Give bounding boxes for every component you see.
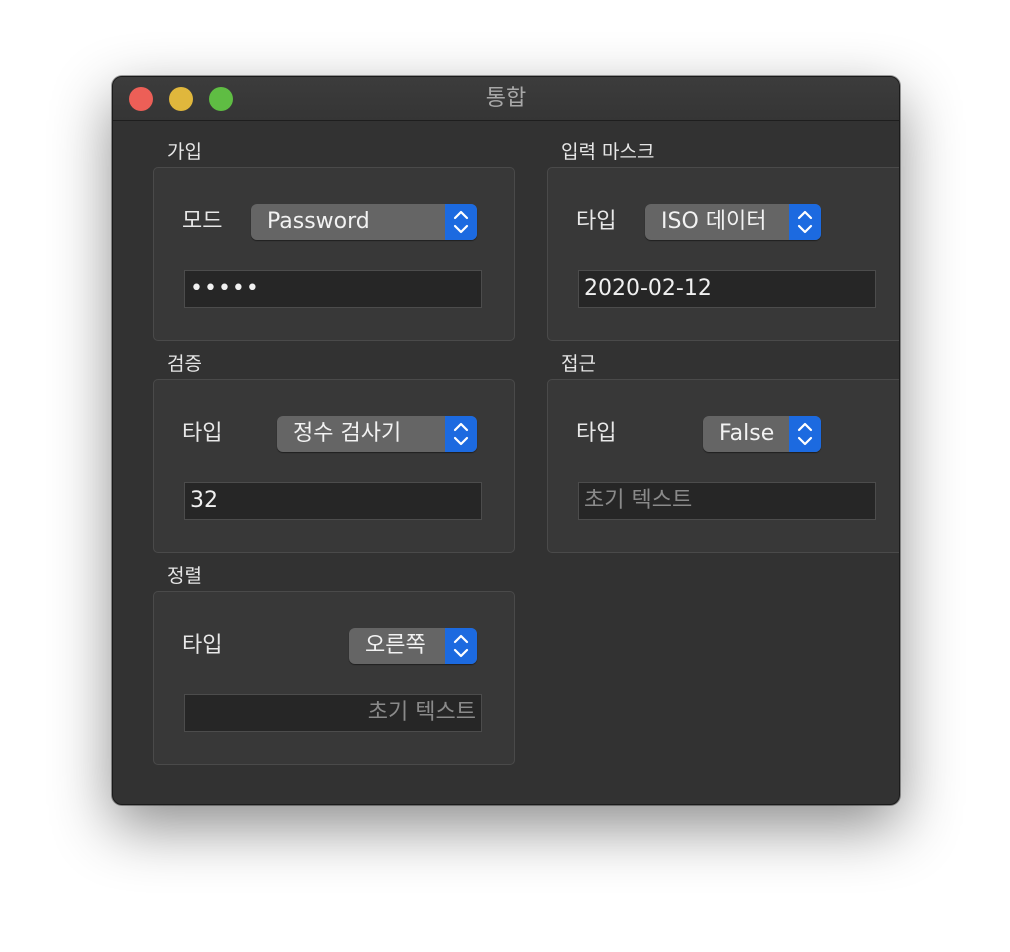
validation-popup-value: 정수 검사기 xyxy=(293,421,402,446)
access-popup-value: False xyxy=(719,421,775,446)
password-field[interactable]: ••••• xyxy=(184,270,482,308)
date-input-field[interactable]: 2020-02-12 xyxy=(578,270,876,308)
access-type-label: 타입 xyxy=(576,421,617,446)
validation-type-label: 타입 xyxy=(182,421,223,446)
zoom-button[interactable] xyxy=(209,87,233,111)
group-box-input-mask: 타입 ISO 데이터 2020-02-12 xyxy=(547,167,899,341)
input-mask-popup-value: ISO 데이터 xyxy=(661,209,767,234)
group-box-validation: 타입 정수 검사기 32 xyxy=(153,379,515,553)
popup-arrows-icon xyxy=(789,204,821,240)
group-label-access: 접근 xyxy=(561,353,596,375)
alignment-popup-value: 오른쪽 xyxy=(365,633,426,658)
minimize-button[interactable] xyxy=(169,87,193,111)
group-box-signup: 모드 Password ••••• xyxy=(153,167,515,341)
access-popup-button[interactable]: False xyxy=(703,416,821,452)
popup-arrows-icon xyxy=(445,628,477,664)
group-label-signup: 가입 xyxy=(167,141,202,163)
validation-popup-button[interactable]: 정수 검사기 xyxy=(277,416,477,452)
title-bar[interactable]: 통합 xyxy=(113,77,899,121)
alignment-input-field[interactable]: 초기 텍스트 xyxy=(184,694,482,732)
mode-popup-button[interactable]: Password xyxy=(251,204,477,240)
close-button[interactable] xyxy=(129,87,153,111)
alignment-type-label: 타입 xyxy=(182,633,223,658)
integer-input-field[interactable]: 32 xyxy=(184,482,482,520)
group-box-access: 타입 False 초기 텍스트 xyxy=(547,379,899,553)
alignment-popup-button[interactable]: 오른쪽 xyxy=(349,628,477,664)
popup-arrows-icon xyxy=(789,416,821,452)
group-label-validation: 검증 xyxy=(167,353,202,375)
group-box-alignment: 타입 오른쪽 초기 텍스트 xyxy=(153,591,515,765)
popup-arrows-icon xyxy=(445,416,477,452)
group-label-input-mask: 입력 마스크 xyxy=(561,141,655,163)
group-label-alignment: 정렬 xyxy=(167,565,202,587)
input-mask-popup-button[interactable]: ISO 데이터 xyxy=(645,204,821,240)
mode-label: 모드 xyxy=(182,209,223,234)
popup-arrows-icon xyxy=(445,204,477,240)
mode-popup-value: Password xyxy=(267,209,370,234)
access-input-field[interactable]: 초기 텍스트 xyxy=(578,482,876,520)
input-mask-type-label: 타입 xyxy=(576,209,617,234)
main-window: 통합 가입 모드 Password ••••• 입력 마스크 타입 ISO 데이… xyxy=(112,76,900,805)
